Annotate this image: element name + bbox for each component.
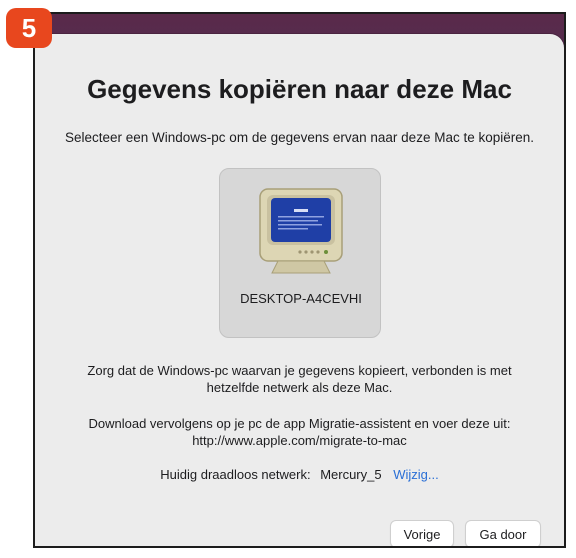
continue-button[interactable]: Ga door xyxy=(465,520,541,546)
dialog-subtitle: Selecteer een Windows-pc om de gegevens … xyxy=(64,130,534,145)
network-instruction: Zorg dat de Windows-pc waarvan je gegeve… xyxy=(35,362,564,396)
source-computer-tile[interactable]: DESKTOP-A4CEVHI xyxy=(219,168,381,338)
windows-pc-monitor-icon xyxy=(259,188,343,274)
computer-name: DESKTOP-A4CEVHI xyxy=(240,291,362,306)
change-network-link[interactable]: Wijzig... xyxy=(393,467,439,482)
current-network-row: Huidig draadloos netwerk: Mercury_5 Wijz… xyxy=(35,467,564,482)
download-url: http://www.apple.com/migrate-to-mac xyxy=(192,433,407,448)
network-instruction-line2: hetzelfde netwerk als deze Mac. xyxy=(206,380,393,395)
download-instruction-line1: Download vervolgens op je pc de app Migr… xyxy=(88,416,511,431)
migration-assistant-dialog: Gegevens kopiëren naar deze Mac Selectee… xyxy=(35,34,564,546)
dialog-title: Gegevens kopiëren naar deze Mac xyxy=(87,74,512,104)
network-label: Huidig draadloos netwerk: xyxy=(160,467,311,482)
network-name: Mercury_5 xyxy=(320,467,382,482)
screenshot-frame: Gegevens kopiëren naar deze Mac Selectee… xyxy=(33,12,566,548)
network-instruction-line1: Zorg dat de Windows-pc waarvan je gegeve… xyxy=(87,363,512,378)
step-number-badge: 5 xyxy=(6,8,52,48)
back-button[interactable]: Vorige xyxy=(390,520,454,546)
download-instruction: Download vervolgens op je pc de app Migr… xyxy=(35,415,564,449)
